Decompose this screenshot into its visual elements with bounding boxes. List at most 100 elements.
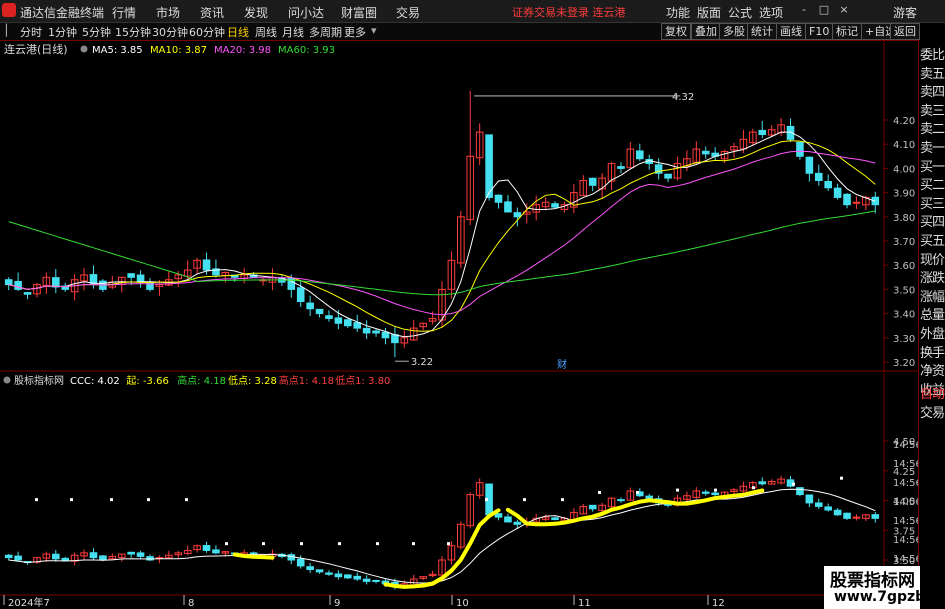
menu-jiaoyi[interactable]: 交易 [396,4,420,21]
side-item-13[interactable]: 涨幅 [920,286,945,305]
btn-huaxian[interactable]: 画线 [776,23,806,40]
ind-candle-body-36 [344,574,352,579]
ref-dot-8 [338,542,341,546]
side-item-10[interactable]: 买五 [920,230,945,249]
side-item-9[interactable]: 买四 [920,211,945,230]
period-weekly[interactable]: 周线 [255,24,277,40]
period-multi[interactable]: 多周期 [309,24,342,40]
menu-wenxiaoda[interactable]: 问小达 [288,4,324,21]
candle-body-52 [494,194,503,203]
menu-gongneng[interactable]: 功能 [666,4,690,21]
ref-dot-3 [147,498,150,502]
menu-shichang[interactable]: 市场 [156,4,180,21]
ma-label-3: MA60: 3.93 [278,45,335,56]
y-tick-label-6: 3.60 [893,261,915,272]
period-more[interactable]: 更多 [344,24,366,40]
ref-dot-20 [792,482,795,486]
time-label-6: 14:56 [893,554,918,565]
time-label-2: 14:56 [893,478,918,489]
side-item-3[interactable]: 卖三 [920,100,945,119]
candle-body-74 [701,150,710,155]
ref-dot-16 [636,490,639,494]
trend-segment-0 [232,552,275,560]
side-item-19[interactable]: 自动 [920,383,945,402]
ind-settings-dot-icon [3,376,11,384]
side-item-17[interactable]: 净资 [920,360,945,379]
ind-candle-body-31 [296,558,305,567]
candle-body-34 [325,315,333,319]
menu-gongshi[interactable]: 公式 [728,4,752,21]
side-item-16[interactable]: 换手 [920,342,945,361]
kline-chart[interactable]: 4.20 4.10 4.00 3.90 3.80 3.70 3.60 3.50 3.40 3.30… [0,40,918,372]
side-item-5[interactable]: 卖一 [920,137,945,156]
ind-candle-body-92 [871,514,880,519]
more-chevron-icon[interactable]: ▾ [371,24,377,37]
ref-dot-6 [262,542,265,546]
side-item-15[interactable]: 外盘 [920,323,945,342]
side-item-12[interactable]: 涨跌 [920,267,945,286]
menu-banmian[interactable]: 版面 [697,4,721,21]
ind-candle-body-58 [551,517,559,521]
maximize-icon[interactable]: □ [816,3,832,17]
period-60min[interactable]: 60分钟 [189,24,225,40]
btn-f10[interactable]: F10 [805,23,834,40]
ref-dot-7 [300,542,303,546]
period-fenshi[interactable]: 分时 [20,24,42,40]
side-item-8[interactable]: 买三 [920,193,945,212]
minimize-icon[interactable]: - [796,3,812,17]
y-tick-label-2: 4.00 [893,164,915,175]
btn-biaoji[interactable]: 标记 [832,23,862,40]
side-item-1[interactable]: 卖五 [920,63,945,82]
watermark-url: www.7gpzb.com [834,589,945,605]
menu-faxian[interactable]: 发现 [244,4,268,21]
side-item-7[interactable]: 买二 [920,174,945,193]
date-label-2: 9 [334,598,340,609]
ind-candle-body-62 [588,504,597,510]
ind-value-4: 高点1: 4.18 [279,374,334,387]
menu-caifuquan[interactable]: 财富圈 [341,4,377,21]
side-item-14[interactable]: 总量 [920,304,945,323]
side-item-6[interactable]: 买一 [920,156,945,175]
ref-dot-9 [376,542,379,546]
time-label-1: 14:56 [893,459,918,470]
login-notice[interactable]: 证券交易未登录 连云港 [512,4,626,20]
period-daily[interactable]: 日线 [227,24,249,40]
candle-body-65 [617,166,625,169]
side-item-20[interactable]: 交易 [920,402,945,421]
btn-fuquan[interactable]: 复权 [661,23,691,40]
y-tick-label-10: 3.20 [893,358,915,369]
menu-hangqing[interactable]: 行情 [112,4,136,21]
time-label-4: 14:56 [893,516,918,527]
btn-diejia[interactable]: 叠加 [691,23,721,40]
ind-candle-body-14 [136,552,145,557]
ind-candle-body-88 [833,509,842,516]
close-icon[interactable]: × [836,3,852,17]
indicator-chart[interactable]: 股标指标网 CCC: 4.02 起: -3.66 高点: 4.18 低点: 3.28 高点… [0,373,918,609]
guest-label[interactable]: 游客 [893,4,917,21]
ind-candle-body-90 [852,516,861,519]
side-item-11[interactable]: 现价 [920,249,945,268]
period-monthly[interactable]: 月线 [282,24,304,40]
ref-dot-5 [225,542,228,546]
side-item-4[interactable]: 卖二 [920,118,945,137]
menu-xuanxiang[interactable]: 选项 [759,4,783,21]
candle-body-32 [306,302,314,310]
ind-candle-body-86 [814,502,823,507]
ind-candle-body-53 [504,516,512,523]
btn-duogu[interactable]: 多股 [719,23,749,40]
btn-tongji[interactable]: 统计 [747,23,777,40]
period-30min[interactable]: 30分钟 [152,24,188,40]
ind-candle-body-34 [325,572,333,575]
period-1min[interactable]: 1分钟 [48,24,77,40]
candle-body-85 [805,156,814,174]
side-item-2[interactable]: 卖四 [920,81,945,100]
candle-body-88 [833,187,842,198]
candle-body-0 [4,279,13,286]
btn-back[interactable]: 返回 [890,23,920,40]
side-item-0[interactable]: 委比 [920,44,945,63]
candle-body-14 [136,274,145,283]
period-15min[interactable]: 15分钟 [115,24,151,40]
candle-body-58 [551,203,559,208]
period-5min[interactable]: 5分钟 [82,24,111,40]
menu-zixun[interactable]: 资讯 [200,4,224,21]
